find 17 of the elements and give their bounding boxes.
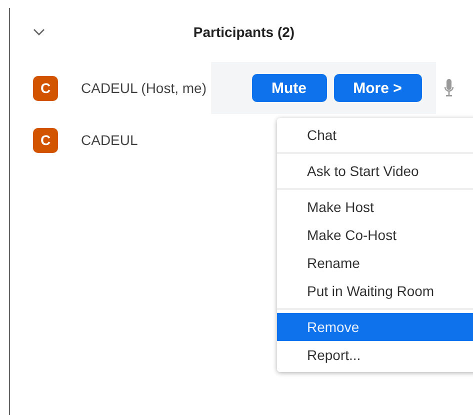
menu-item[interactable]: Remove [277,313,473,341]
participant-name: CADEUL [81,132,138,148]
menu-item[interactable]: Ask to Start Video [277,157,473,185]
panel-title: Participants (2) [192,24,296,40]
microphone-icon[interactable] [444,79,454,97]
avatar: C [33,128,58,152]
menu-item[interactable]: Chat [277,121,473,149]
menu-item[interactable]: Put in Waiting Room [277,277,473,305]
participant-name: CADEUL (Host, me) [81,80,207,96]
menu-item[interactable]: Report... [277,341,473,369]
menu-item[interactable]: Make Host [277,193,473,221]
menu-item[interactable]: Make Co-Host [277,221,473,249]
chevron-icon[interactable] [33,28,45,36]
avatar: C [33,76,58,100]
menu-item[interactable]: Rename [277,249,473,277]
mute-button[interactable]: Mute [252,74,327,102]
more-button[interactable]: More > [334,74,422,102]
